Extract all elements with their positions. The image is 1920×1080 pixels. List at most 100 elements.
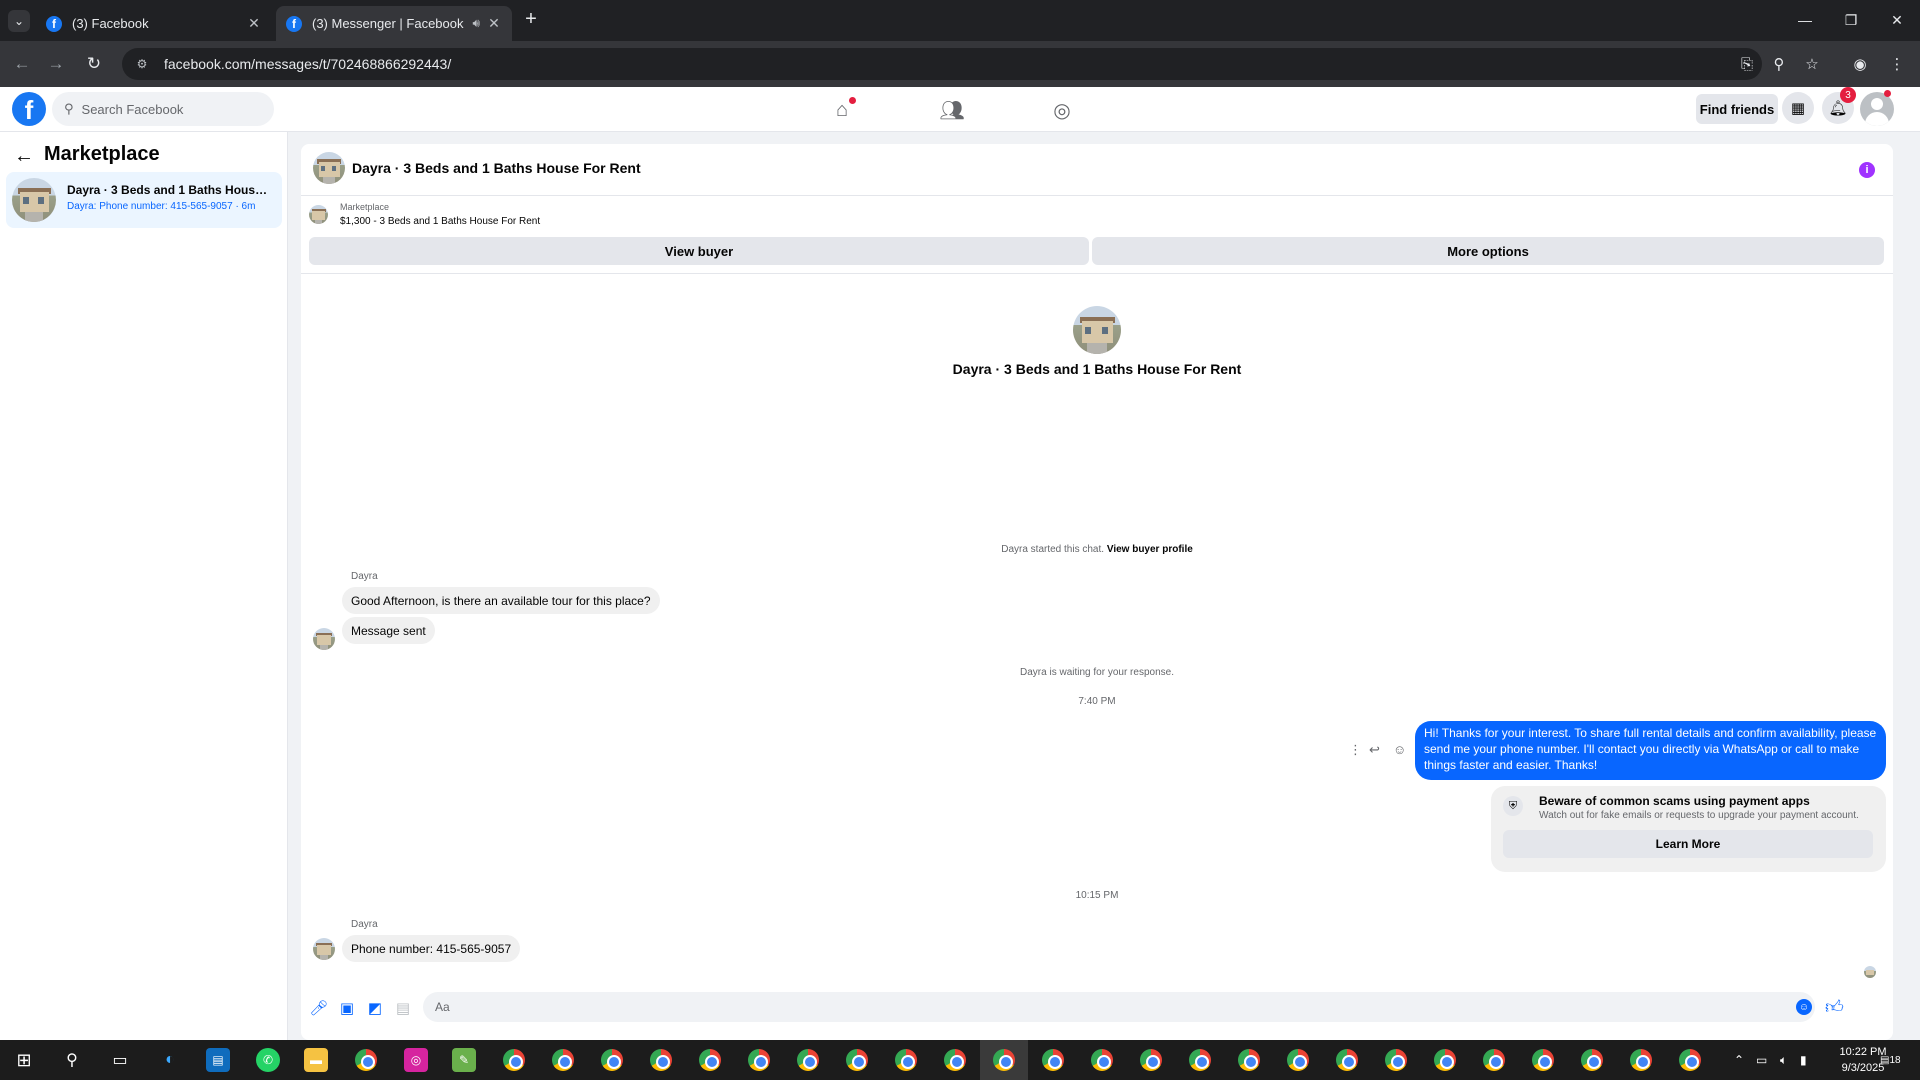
scam-warning-title: Beware of common scams using payment app…: [1539, 794, 1810, 808]
groups-icon[interactable]: ◎: [1049, 97, 1075, 123]
tab-title: (3) Facebook: [72, 16, 149, 31]
chrome-profile-icon[interactable]: [992, 1048, 1016, 1072]
tab-search-button[interactable]: ⌄: [8, 10, 30, 32]
speaker-icon[interactable]: 🔊︎: [472, 16, 480, 31]
incoming-message[interactable]: Message sent: [342, 617, 435, 644]
react-emoji-icon[interactable]: ☺: [1393, 742, 1406, 757]
home-notification-dot: [849, 97, 856, 104]
photo-icon[interactable]: ▣: [337, 998, 357, 1018]
chrome-profile-icon[interactable]: [1237, 1048, 1261, 1072]
listing-thumbnail[interactable]: [313, 152, 345, 184]
url-field[interactable]: ⚙ facebook.com/messages/t/70246886629244…: [122, 48, 1762, 80]
outgoing-message[interactable]: Hi! Thanks for your interest. To share f…: [1415, 721, 1886, 780]
sender-avatar[interactable]: [313, 628, 335, 650]
chat-title[interactable]: Dayra · 3 Beds and 1 Baths House For Ren…: [352, 160, 641, 176]
microphone-icon[interactable]: 🎤︎: [309, 998, 329, 1018]
gif-icon[interactable]: ▤: [393, 998, 413, 1018]
incoming-message[interactable]: Phone number: 415-565-9057: [342, 935, 521, 962]
network-icon[interactable]: ▭: [1756, 1040, 1767, 1080]
sidebar-title: Marketplace: [44, 143, 160, 165]
chrome-profile-icon[interactable]: [1384, 1048, 1408, 1072]
zoom-icon[interactable]: ⚲: [1769, 54, 1789, 74]
chrome-profile-icon[interactable]: [796, 1048, 820, 1072]
view-buyer-button[interactable]: View buyer: [309, 237, 1089, 265]
menu-dots-icon[interactable]: ⋮: [1887, 54, 1907, 74]
chrome-profile-icon[interactable]: [1286, 1048, 1310, 1072]
chrome-profile-icon[interactable]: [1531, 1048, 1555, 1072]
back-button[interactable]: ←: [10, 52, 34, 76]
file-explorer-icon[interactable]: ▬: [304, 1048, 328, 1072]
task-view-icon[interactable]: ▭: [108, 1048, 132, 1072]
chrome-profile-icon[interactable]: [1041, 1048, 1065, 1072]
windows-taskbar: ⊞ ⚲ ▭ ◐ ▤ ✆ ▬ ◎ ✎ ⌃ ▭ 🔈︎ ▮ 10:22 PM 9/3/…: [0, 1040, 1920, 1080]
emoji-icon[interactable]: ☺: [1796, 999, 1812, 1015]
restore-button[interactable]: ❐: [1828, 8, 1874, 32]
thumbs-up-icon[interactable]: 👍︎: [1825, 996, 1844, 1018]
incoming-message[interactable]: Good Afternoon, is there an available to…: [342, 587, 660, 614]
search-icon[interactable]: ⚲: [60, 1048, 84, 1072]
chrome-profile-icon[interactable]: [698, 1048, 722, 1072]
back-arrow-icon[interactable]: ←: [14, 145, 34, 168]
chrome-profile-icon[interactable]: [1629, 1048, 1653, 1072]
tray-overflow-icon[interactable]: ⌃: [1734, 1040, 1744, 1080]
close-tab-icon[interactable]: ✕: [486, 15, 502, 32]
store-icon[interactable]: ▤: [206, 1048, 230, 1072]
facebook-logo-icon[interactable]: f: [12, 92, 46, 126]
edge-icon[interactable]: ◐: [158, 1048, 182, 1072]
sticker-icon[interactable]: ◩: [365, 998, 385, 1018]
instagram-icon[interactable]: ◎: [404, 1048, 428, 1072]
chrome-profile-icon[interactable]: [502, 1048, 526, 1072]
chrome-profile-icon[interactable]: [1188, 1048, 1212, 1072]
chrome-profile-icon[interactable]: [747, 1048, 771, 1072]
menu-grid-icon[interactable]: ▦: [1782, 92, 1814, 124]
site-info-icon[interactable]: ⚙: [134, 56, 150, 72]
info-icon[interactable]: i: [1859, 162, 1875, 178]
conversation-item[interactable]: Dayra · 3 Beds and 1 Baths House For Ren…: [6, 172, 282, 228]
reply-icon[interactable]: ↩: [1369, 742, 1380, 758]
chrome-profile-icon[interactable]: [1335, 1048, 1359, 1072]
notification-center-icon[interactable]: ▤ 18: [1880, 1040, 1901, 1080]
chat-started-notice: Dayra started this chat. View buyer prof…: [301, 544, 1893, 555]
search-facebook-input[interactable]: ⚲ Search Facebook: [52, 92, 274, 126]
learn-more-button[interactable]: Learn More: [1503, 830, 1873, 858]
friends-icon[interactable]: 👥︎: [939, 97, 965, 123]
chrome-profile-icon[interactable]: [600, 1048, 624, 1072]
more-options-button[interactable]: More options: [1092, 237, 1884, 265]
tab-facebook[interactable]: f (3) Facebook ✕: [36, 6, 272, 41]
chrome-profile-icon[interactable]: [845, 1048, 869, 1072]
reload-button[interactable]: ↻: [82, 52, 106, 76]
chrome-profile-icon[interactable]: [551, 1048, 575, 1072]
sender-avatar[interactable]: [313, 938, 335, 960]
chrome-icon[interactable]: [354, 1048, 378, 1072]
chrome-profile-icon[interactable]: [894, 1048, 918, 1072]
windows-start-icon[interactable]: ⊞: [12, 1048, 36, 1072]
view-buyer-profile-link[interactable]: View buyer profile: [1107, 544, 1193, 555]
close-tab-icon[interactable]: ✕: [246, 15, 262, 32]
battery-icon[interactable]: ▮: [1800, 1040, 1807, 1080]
chrome-profile-icon[interactable]: [943, 1048, 967, 1072]
scam-warning-text: Watch out for fake emails or requests to…: [1539, 810, 1859, 821]
chrome-profile-icon[interactable]: [1090, 1048, 1114, 1072]
chrome-profile-icon[interactable]: [1139, 1048, 1163, 1072]
notes-app-icon[interactable]: ✎: [452, 1048, 476, 1072]
new-tab-button[interactable]: +: [520, 8, 542, 30]
find-friends-button[interactable]: Find friends: [1696, 94, 1778, 124]
whatsapp-icon[interactable]: ✆: [256, 1048, 280, 1072]
chrome-profile-icon[interactable]: [1678, 1048, 1702, 1072]
profile-icon[interactable]: ◉: [1850, 54, 1870, 74]
chrome-profile-icon[interactable]: [1482, 1048, 1506, 1072]
chrome-profile-icon[interactable]: [1580, 1048, 1604, 1072]
chrome-profile-icon[interactable]: [649, 1048, 673, 1072]
buyer-avatar[interactable]: [1073, 306, 1121, 354]
install-app-icon[interactable]: ⎘: [1737, 54, 1757, 74]
volume-icon[interactable]: 🔈︎: [1780, 1040, 1787, 1080]
bookmark-star-icon[interactable]: ☆: [1802, 54, 1822, 74]
account-avatar[interactable]: [1860, 92, 1894, 126]
tab-messenger[interactable]: f (3) Messenger | Facebook 🔊︎ ✕: [276, 6, 512, 41]
close-window-button[interactable]: ✕: [1874, 8, 1920, 32]
more-actions-icon[interactable]: ⋮: [1349, 742, 1362, 758]
message-input[interactable]: Aa: [423, 992, 1815, 1022]
chrome-profile-icon[interactable]: [1433, 1048, 1457, 1072]
forward-button[interactable]: →: [44, 52, 68, 76]
minimize-button[interactable]: —: [1782, 8, 1828, 32]
